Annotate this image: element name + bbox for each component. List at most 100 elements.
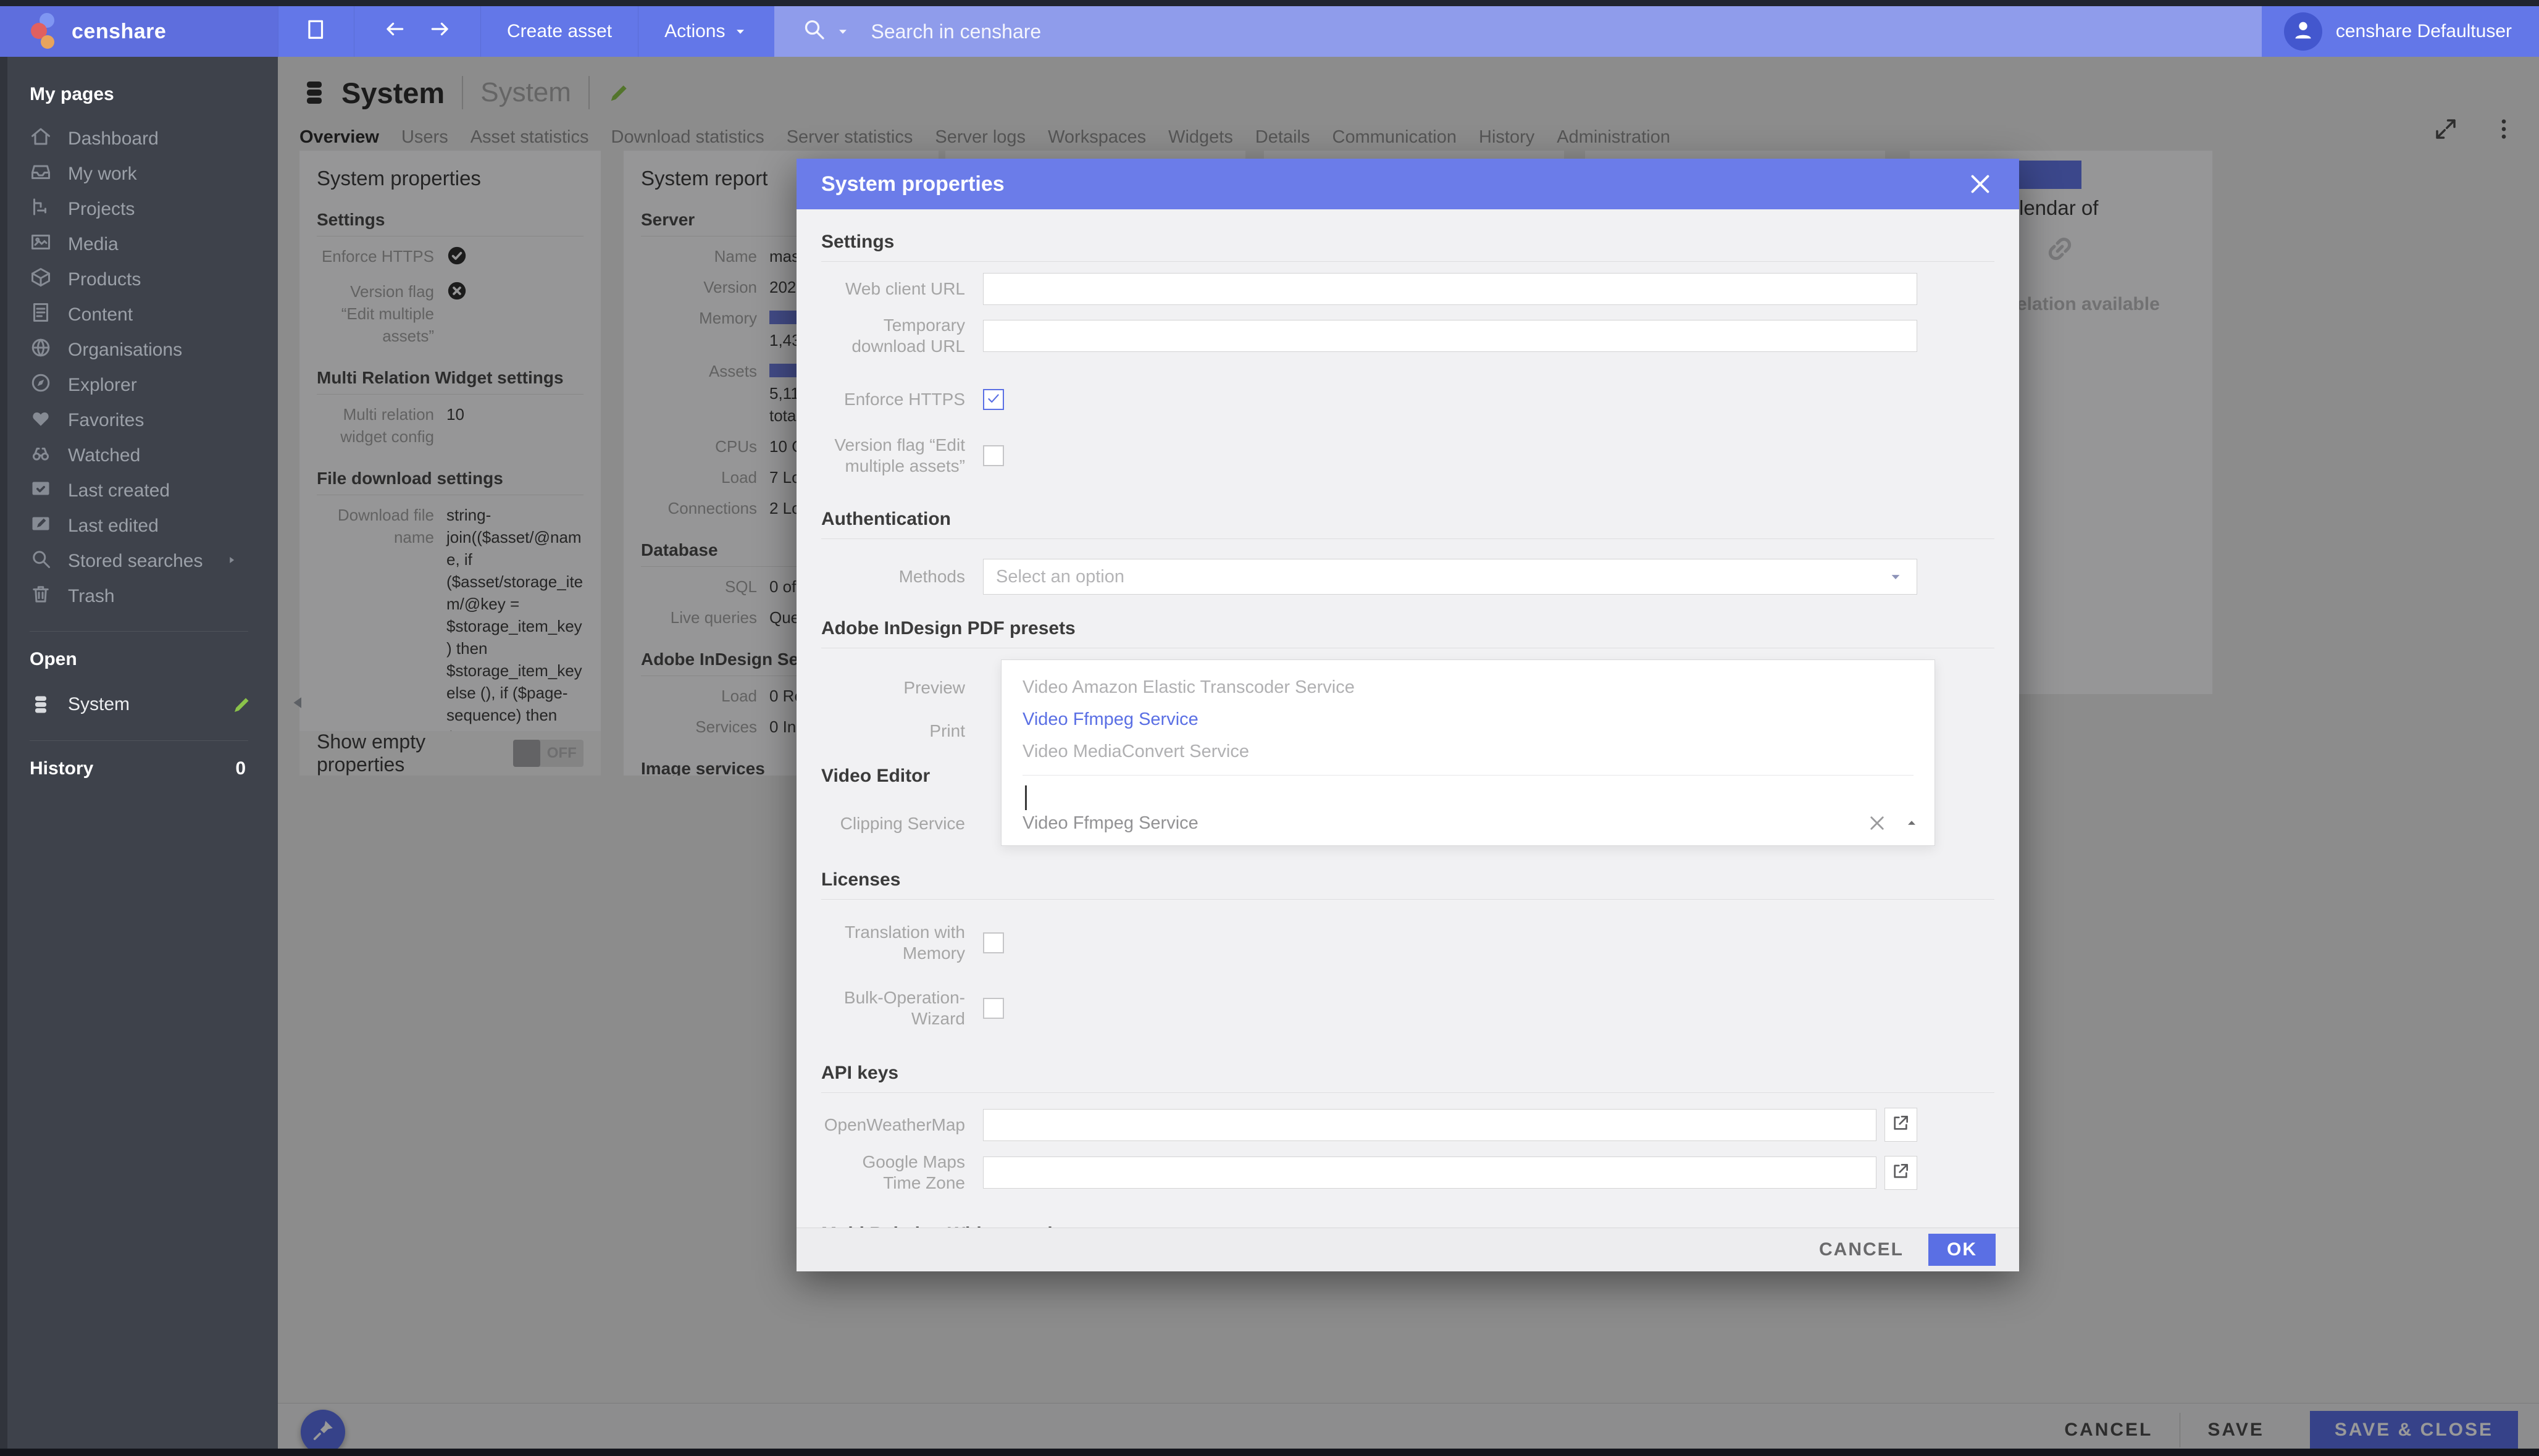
heart-icon xyxy=(30,407,52,434)
back-icon[interactable] xyxy=(383,17,406,46)
submenu-arrow-icon xyxy=(225,551,238,572)
divider xyxy=(821,261,1994,262)
sidebar-item-projects[interactable]: Projects xyxy=(30,191,278,227)
sidebar-item-content[interactable]: Content xyxy=(30,297,278,332)
sidebar-item-label: My work xyxy=(68,164,137,185)
dialog-title: System properties xyxy=(821,172,1005,196)
sidebar-item-last-edited[interactable]: Last edited xyxy=(30,508,278,543)
methods-select[interactable]: Select an option xyxy=(983,559,1917,595)
web-client-url-label: Web client URL xyxy=(821,278,983,299)
section-licenses: Licenses xyxy=(821,869,1994,890)
bulk-operation-wizard-checkbox[interactable] xyxy=(983,998,1004,1019)
sidebar-section-history[interactable]: History 0 xyxy=(30,758,278,779)
dropdown-option-2[interactable]: Video Ffmpeg Service xyxy=(1002,703,1935,735)
search-scope-caret-icon[interactable] xyxy=(835,23,851,40)
openweathermap-input[interactable] xyxy=(983,1109,1876,1141)
home-icon xyxy=(30,125,52,153)
openweathermap-label: OpenWeatherMap xyxy=(821,1115,983,1136)
dialog-body: Settings Web client URL Temporary downlo… xyxy=(797,209,2019,1228)
sidebar-item-last-created[interactable]: Last created xyxy=(30,473,278,508)
external-link-icon xyxy=(1891,1113,1910,1136)
collapse-caret-icon[interactable] xyxy=(1904,815,1920,831)
temporary-download-url-input[interactable] xyxy=(983,320,1917,352)
sidebar-item-stored-searches[interactable]: Stored searches xyxy=(30,543,278,579)
sidebar-item-explorer[interactable]: Explorer xyxy=(30,367,278,403)
dropdown-option-3[interactable]: Video MediaConvert Service xyxy=(1002,735,1935,768)
sidebar-items: Dashboard My work Projects Media Products Con… xyxy=(30,121,278,614)
history-count: 0 xyxy=(235,758,246,779)
sidebar-item-favorites[interactable]: Favorites xyxy=(30,403,278,438)
version-flag-checkbox[interactable] xyxy=(983,445,1004,466)
window-icon xyxy=(304,17,328,46)
create-asset-label: Create asset xyxy=(507,21,612,42)
divider xyxy=(821,538,1994,539)
mail-check-icon xyxy=(30,477,52,504)
google-maps-timezone-input[interactable] xyxy=(983,1157,1876,1189)
actions-menu-button[interactable]: Actions xyxy=(638,6,774,57)
close-icon[interactable] xyxy=(1966,170,1994,198)
window-bottom-strip xyxy=(0,1449,2539,1456)
clipping-service-value-row[interactable]: Video Ffmpeg Service xyxy=(1002,801,1935,845)
dialog-cancel-button[interactable]: CANCEL xyxy=(1794,1239,1928,1260)
sidebar-item-label: Content xyxy=(68,304,133,325)
sidebar-item-label: Watched xyxy=(68,445,140,466)
sidebar: My pages Dashboard My work Projects Media Pr… xyxy=(0,57,278,1456)
dialog-ok-button[interactable]: OK xyxy=(1928,1234,1996,1266)
sidebar-item-label: Dashboard xyxy=(68,128,159,149)
clear-icon[interactable] xyxy=(1867,813,1888,834)
sidebar-item-label: Favorites xyxy=(68,410,144,431)
edit-pencil-icon[interactable] xyxy=(231,693,253,716)
search-icon xyxy=(801,17,826,46)
sidebar-item-label: Media xyxy=(68,234,119,255)
user-menu[interactable]: censhare Defaultuser xyxy=(2262,6,2539,57)
forward-icon[interactable] xyxy=(429,17,452,46)
openweathermap-external-button[interactable] xyxy=(1884,1108,1917,1142)
preview-label: Preview xyxy=(821,678,983,698)
search-icon xyxy=(30,548,52,575)
dropdown-option-1[interactable]: Video Amazon Elastic Transcoder Service xyxy=(1002,671,1935,703)
bulk-operation-wizard-label: Bulk-Operation-Wizard xyxy=(821,987,983,1029)
sidebar-item-dashboard[interactable]: Dashboard xyxy=(30,121,278,156)
web-client-url-input[interactable] xyxy=(983,273,1917,305)
person-icon xyxy=(2291,18,2315,46)
actions-label: Actions xyxy=(664,21,725,42)
translation-with-memory-checkbox[interactable] xyxy=(983,932,1004,953)
clipping-service-dropdown: Video Amazon Elastic Transcoder ServiceV… xyxy=(1001,659,1935,846)
google-maps-timezone-external-button[interactable] xyxy=(1884,1156,1917,1190)
create-asset-button[interactable]: Create asset xyxy=(480,6,638,57)
sidebar-item-label: Trash xyxy=(68,586,115,607)
sidebar-edge xyxy=(0,57,7,1456)
sidebar-item-system-open[interactable]: System xyxy=(30,686,278,723)
sidebar-section-my-pages: My pages xyxy=(30,84,278,105)
sidebar-item-media[interactable]: Media xyxy=(30,227,278,262)
select-caret-icon xyxy=(1887,568,1904,585)
sidebar-item-organisations[interactable]: Organisations xyxy=(30,332,278,367)
window-top-strip xyxy=(0,0,2539,6)
external-link-icon xyxy=(1891,1161,1910,1184)
google-maps-timezone-label: Google Maps Time Zone xyxy=(821,1152,983,1194)
section-authentication: Authentication xyxy=(821,509,1994,530)
open-item-label: System xyxy=(68,694,130,715)
content-icon xyxy=(30,301,52,328)
divider xyxy=(821,899,1994,900)
sidebar-item-products[interactable]: Products xyxy=(30,262,278,297)
divider xyxy=(30,631,248,632)
section-adobe-presets: Adobe InDesign PDF presets xyxy=(821,618,1994,639)
enforce-https-checkbox[interactable] xyxy=(983,389,1004,410)
products-icon xyxy=(30,266,52,293)
section-api-keys: API keys xyxy=(821,1063,1994,1084)
sidebar-item-my-work[interactable]: My work xyxy=(30,156,278,191)
enforce-https-label: Enforce HTTPS xyxy=(821,389,983,410)
app-window: censhare Create asset Actions Search in … xyxy=(0,0,2539,1456)
divider xyxy=(821,1092,1994,1093)
sidebar-item-trash[interactable]: Trash xyxy=(30,579,278,614)
window-mode-button[interactable] xyxy=(278,6,354,57)
trash-icon xyxy=(30,583,52,610)
sidebar-item-watched[interactable]: Watched xyxy=(30,438,278,473)
history-label: History xyxy=(30,758,93,779)
global-search[interactable]: Search in censhare xyxy=(774,6,2261,57)
censhare-logo-mark xyxy=(30,13,62,50)
section-settings: Settings xyxy=(821,232,1994,253)
translation-with-memory-label: Translation with Memory xyxy=(821,922,983,964)
censhare-logo[interactable]: censhare xyxy=(0,6,278,57)
